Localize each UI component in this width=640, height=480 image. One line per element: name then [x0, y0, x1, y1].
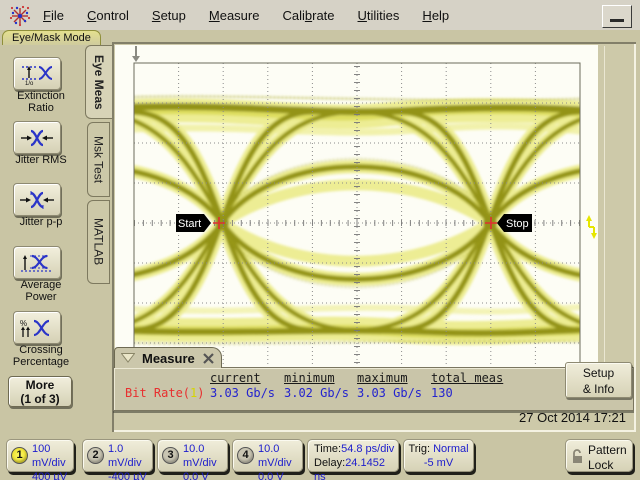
menu-control[interactable]: Control — [84, 6, 132, 25]
timebase-button[interactable]: Time:54.8 ps/div Delay:24.1452 ns — [307, 439, 399, 472]
right-edge-marker-icon[interactable] — [586, 215, 597, 239]
minimize-button[interactable] — [602, 5, 632, 28]
average-power-label: Average Power — [0, 280, 82, 303]
column-current: current — [210, 371, 261, 385]
panel-groove — [604, 46, 605, 408]
collapse-triangle-icon[interactable] — [121, 353, 135, 363]
measure-panel-title: Measure — [142, 351, 195, 366]
lock-icon — [571, 449, 584, 464]
jitter-rms-button[interactable] — [13, 121, 61, 154]
crossing-percentage-label: Crossing Percentage — [0, 345, 82, 368]
channel-4-badge: 4 — [237, 447, 254, 464]
minimize-icon — [610, 19, 624, 22]
channel-1-button[interactable]: 1 100 mV/div400 µV — [6, 439, 74, 472]
scope-application: File Control Setup Measure Calibrate Uti… — [0, 0, 640, 480]
trigger-button[interactable]: Trig: Normal -5 mV — [403, 439, 474, 472]
measurement-name: Bit Rate(1) — [125, 386, 205, 400]
pattern-lock-label: Pattern Lock — [588, 443, 627, 473]
setup-info-button[interactable]: Setup & Info — [565, 362, 632, 398]
bit-rate-maximum: 3.03 Gb/s — [357, 386, 422, 400]
bit-rate-minimum: 3.02 Gb/s — [284, 386, 349, 400]
mode-tab-eye-mask[interactable]: Eye/Mask Mode — [2, 30, 101, 45]
column-maximum: maximum — [357, 371, 408, 385]
crossing-percentage-icon-text: % — [20, 319, 27, 328]
menu-utilities[interactable]: Utilities — [355, 6, 403, 25]
app-logo-icon — [8, 4, 32, 28]
jitter-rms-icon — [19, 128, 55, 148]
column-minimum: minimum — [284, 371, 335, 385]
start-marker-label: Start — [178, 218, 201, 230]
measure-panel-tab[interactable]: Measure — [114, 347, 222, 368]
crossing-percentage-icon: % — [19, 317, 55, 339]
extinction-ratio-button[interactable]: 1/o — [13, 57, 61, 90]
jitter-pp-icon — [19, 190, 55, 210]
channel-3-button[interactable]: 3 10.0 mV/div0.0 V — [157, 439, 228, 472]
bit-rate-total-meas: 130 — [431, 386, 453, 400]
menu-calibrate[interactable]: Calibrate — [279, 6, 337, 25]
tab-matlab[interactable]: MATLAB — [87, 200, 110, 284]
pattern-lock-button[interactable]: Pattern Lock — [565, 439, 633, 472]
stop-marker-label: Stop — [506, 218, 529, 230]
channel-1-badge: 1 — [11, 447, 28, 464]
column-total-meas: total meas — [431, 371, 503, 385]
extinction-ratio-icon: 1/o — [19, 63, 55, 85]
channel-2-button[interactable]: 2 1.0 mV/div-400 µV — [82, 439, 153, 472]
channel-3-badge: 3 — [162, 447, 179, 464]
trigger-position-marker[interactable] — [132, 46, 140, 62]
extinction-ratio-label: Extinction Ratio — [0, 91, 82, 114]
channel-4-button[interactable]: 4 10.0 mV/div0.0 V — [232, 439, 303, 472]
jitter-rms-label: Jitter RMS — [0, 155, 82, 167]
extinction-ratio-icon-text: 1/o — [25, 81, 34, 85]
average-power-icon — [19, 252, 55, 274]
tab-eye-meas[interactable]: Eye Meas — [85, 45, 112, 119]
menu-measure[interactable]: Measure — [206, 6, 263, 25]
measure-results-table: current minimum maximum total meas Bit R… — [113, 367, 634, 411]
close-icon[interactable] — [202, 352, 215, 365]
menu-help[interactable]: Help — [419, 6, 452, 25]
tab-msk-test[interactable]: Msk Test — [87, 122, 110, 197]
crossing-percentage-button[interactable]: % — [13, 311, 61, 344]
jitter-pp-button[interactable] — [13, 183, 61, 216]
more-button[interactable]: More (1 of 3) — [8, 376, 72, 407]
menu-setup[interactable]: Setup — [149, 6, 189, 25]
jitter-pp-label: Jitter p-p — [0, 217, 82, 229]
datetime-display: 27 Oct 2014 17:21 — [519, 410, 626, 425]
channel-2-badge: 2 — [87, 447, 104, 464]
menu-file[interactable]: File — [40, 6, 67, 25]
average-power-button[interactable] — [13, 246, 61, 279]
menu-bar: File Control Setup Measure Calibrate Uti… — [0, 0, 640, 30]
bit-rate-current: 3.03 Gb/s — [210, 386, 275, 400]
